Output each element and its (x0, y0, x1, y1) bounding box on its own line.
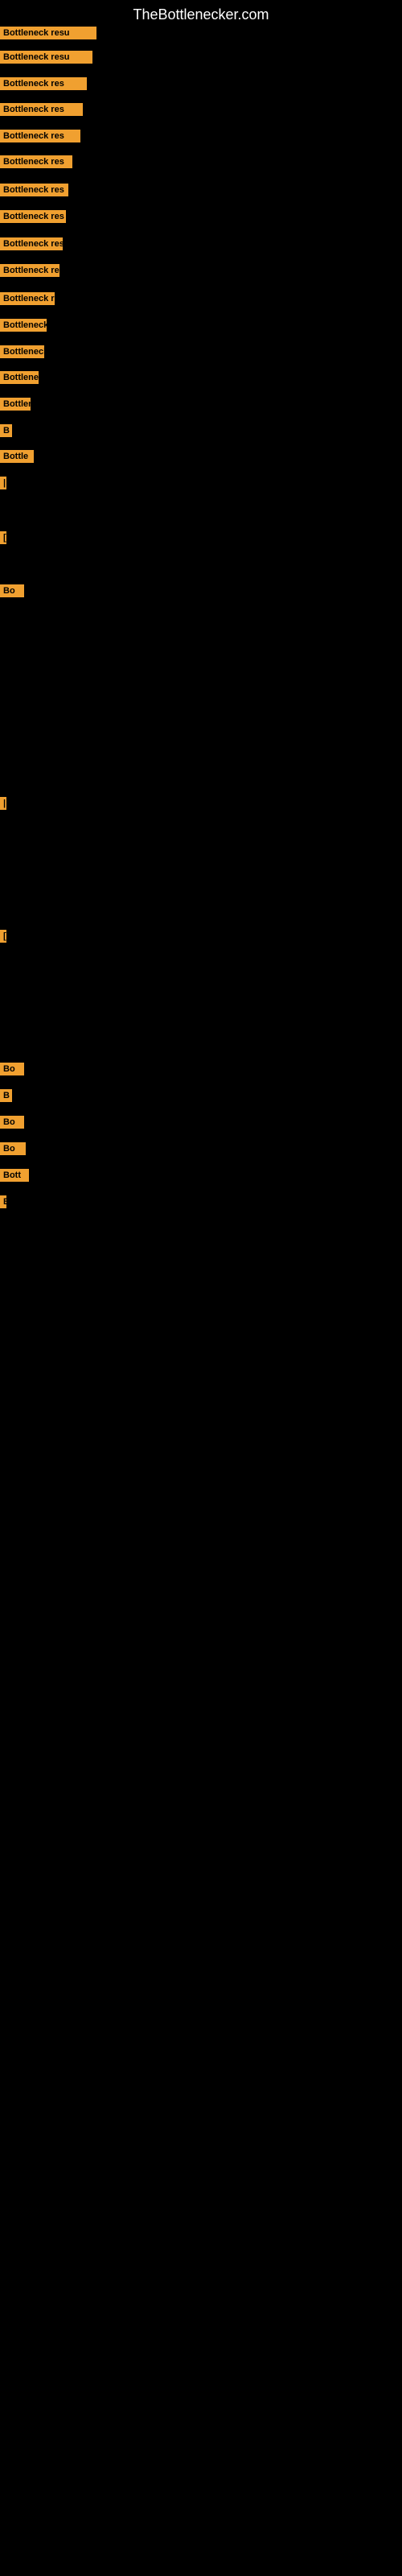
bar-item: Bottlen (0, 398, 31, 411)
bar-item: [ (0, 930, 6, 943)
bar-item: Bottleneck resu (0, 51, 92, 64)
bar-label: Bottleneck res (0, 210, 66, 223)
bar-item: Bottleneck res (0, 155, 72, 168)
bar-label: Bottleneck res (0, 155, 72, 168)
bar-item: Bottleneck r (0, 371, 39, 384)
site-title: TheBottlenecker.com (0, 0, 402, 30)
bar-item: Bottleneck res (0, 184, 68, 196)
bar-item: B (0, 1195, 6, 1208)
bar-label: Bottleneck resu (0, 51, 92, 64)
bar-item: Bottleneck res (0, 103, 83, 116)
bar-label: Bottleneck res (0, 237, 63, 250)
bar-item: Bo (0, 1142, 26, 1155)
bar-item: B (0, 424, 12, 437)
bar-label: | (0, 477, 6, 489)
bar-item: B (0, 1089, 12, 1102)
bar-item: Bottleneck res (0, 237, 63, 250)
bar-item: Bottleneck res (0, 77, 87, 90)
bar-item: Bottleneck resu (0, 27, 96, 39)
bar-label: Bo (0, 584, 24, 597)
bar-label: Bottleneck r (0, 345, 44, 358)
bar-label: Bottleneck r (0, 319, 47, 332)
bar-label: Bo (0, 1142, 26, 1155)
bar-item: Bottleneck res (0, 130, 80, 142)
bar-item: Bottleneck res (0, 264, 59, 277)
bar-item: Bottleneck res (0, 210, 66, 223)
bar-label: B (0, 1195, 6, 1208)
bar-label: Bott (0, 1169, 29, 1182)
bar-label: Bottlen (0, 398, 31, 411)
bar-label: [ (0, 531, 6, 544)
bar-label: Bottle (0, 450, 34, 463)
bar-item: Bottleneck r (0, 345, 44, 358)
bar-label: Bo (0, 1063, 24, 1075)
bar-item: [ (0, 531, 6, 544)
bar-label: Bottleneck res (0, 264, 59, 277)
bar-label: [ (0, 930, 6, 943)
bar-label: Bottleneck r (0, 371, 39, 384)
bar-label: Bo (0, 1116, 24, 1129)
bar-item: | (0, 797, 6, 810)
bar-label: Bottleneck res (0, 77, 87, 90)
bar-item: Bo (0, 584, 24, 597)
bar-label: Bottleneck resu (0, 27, 96, 39)
bar-label: | (0, 797, 6, 810)
bar-item: Bottleneck r (0, 319, 47, 332)
bar-label: Bottleneck res (0, 130, 80, 142)
bar-label: Bottleneck re (0, 292, 55, 305)
bar-item: Bottle (0, 450, 34, 463)
bar-label: Bottleneck res (0, 184, 68, 196)
bar-label: B (0, 424, 12, 437)
bar-item: Bo (0, 1116, 24, 1129)
bar-label: B (0, 1089, 12, 1102)
bar-item: | (0, 477, 6, 489)
bar-label: Bottleneck res (0, 103, 83, 116)
bar-item: Bott (0, 1169, 29, 1182)
bar-item: Bottleneck re (0, 292, 55, 305)
bar-item: Bo (0, 1063, 24, 1075)
